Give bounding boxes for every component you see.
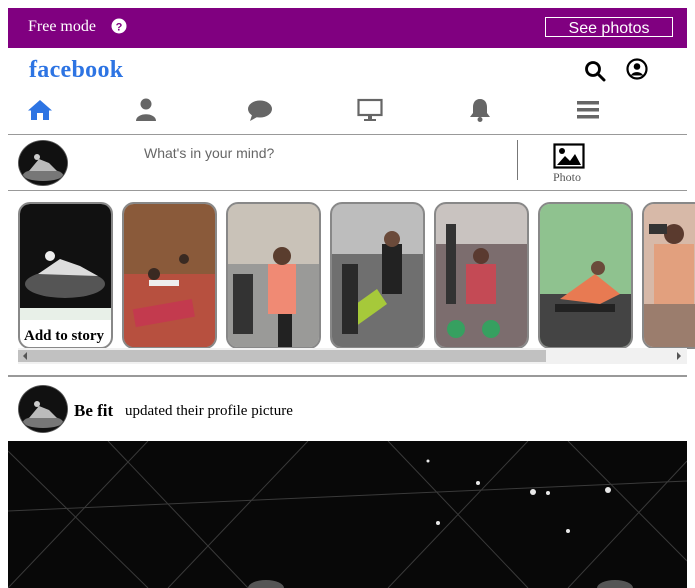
free-mode-label: Free mode [28, 18, 96, 35]
divider [8, 375, 687, 377]
post-image[interactable] [8, 441, 687, 588]
scrollbar-thumb[interactable] [18, 350, 546, 362]
add-story-label: Add to story [24, 328, 105, 345]
divider [517, 140, 518, 180]
brand-logo[interactable]: facebook [29, 57, 123, 84]
home-icon[interactable] [27, 97, 53, 123]
search-icon[interactable] [584, 60, 606, 82]
account-icon[interactable] [626, 58, 648, 80]
story-card[interactable] [226, 202, 321, 349]
user-icon[interactable] [133, 97, 159, 123]
bell-icon[interactable] [467, 97, 493, 123]
post-action-text: updated their profile picture [125, 403, 293, 419]
divider [8, 134, 687, 135]
add-story-card[interactable]: Add to story [18, 202, 113, 349]
post-photo [8, 441, 687, 588]
story-card[interactable] [122, 202, 217, 349]
divider [8, 190, 687, 191]
see-photos-button[interactable]: See photos [545, 17, 673, 37]
scroll-left-icon[interactable] [20, 350, 30, 362]
avatar-photo [19, 386, 67, 432]
post-avatar[interactable] [18, 385, 68, 433]
status-input[interactable]: What's in your mind? [144, 145, 444, 161]
top-banner: Free mode ? See photos [8, 8, 687, 48]
story-card[interactable] [434, 202, 529, 349]
desktop-icon[interactable] [357, 97, 383, 123]
hamburger-icon[interactable] [575, 97, 601, 123]
story-thumbnail [20, 204, 111, 320]
story-thumbnail [332, 204, 423, 347]
story-thumbnail [644, 204, 695, 347]
story-card[interactable] [642, 202, 695, 349]
story-thumbnail [228, 204, 319, 347]
post-author[interactable]: Be fit [74, 401, 113, 421]
avatar[interactable] [18, 140, 68, 186]
story-thumbnail [540, 204, 631, 347]
story-thumbnail [436, 204, 527, 347]
photo-icon[interactable] [553, 143, 585, 169]
svg-text:?: ? [116, 22, 123, 34]
help-icon[interactable]: ? [111, 18, 127, 34]
story-card[interactable] [330, 202, 425, 349]
avatar-photo [19, 141, 67, 185]
photo-label[interactable]: Photo [553, 170, 581, 185]
story-card[interactable] [538, 202, 633, 349]
story-thumbnail [124, 204, 215, 347]
scroll-right-icon[interactable] [674, 350, 684, 362]
chat-bubble-icon[interactable] [247, 97, 273, 123]
